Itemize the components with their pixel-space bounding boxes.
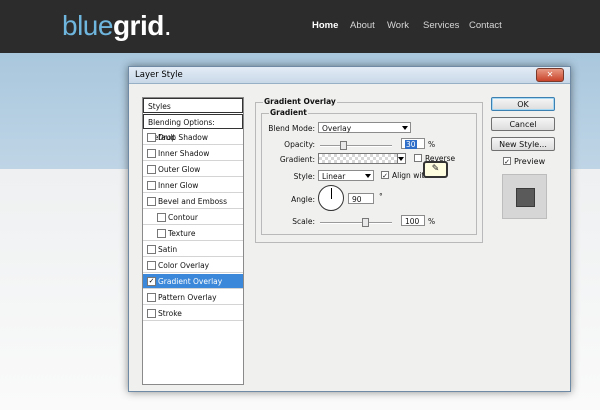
scale-value: 100	[405, 217, 420, 226]
dialog-titlebar[interactable]: Layer Style ✕	[129, 67, 570, 84]
nav-contact[interactable]: Contact	[469, 20, 502, 31]
nav-services[interactable]: Services	[423, 20, 459, 31]
style-label: Inner Glow	[158, 181, 199, 190]
style-label: Stroke	[158, 309, 182, 318]
layer-style-dialog: Layer Style ✕ Styles Blending Options: D…	[128, 66, 571, 392]
style-label: Pattern Overlay	[158, 293, 217, 302]
close-button[interactable]: ✕	[536, 68, 564, 82]
opacity-label: Opacity:	[284, 140, 315, 149]
gradient-edit-tooltip: ✎	[423, 161, 448, 178]
checkbox[interactable]	[147, 245, 156, 254]
checkbox[interactable]	[147, 197, 156, 206]
gradient-label: Gradient:	[279, 155, 315, 164]
style-stroke[interactable]: Stroke	[143, 306, 243, 321]
cancel-button[interactable]: Cancel	[491, 117, 555, 131]
gradient-subgroup-title: Gradient	[269, 108, 308, 117]
logo-text-bold: grid	[112, 10, 164, 41]
opacity-unit: %	[428, 140, 436, 149]
style-label: Inner Shadow	[158, 149, 210, 158]
angle-value: 90	[352, 195, 362, 204]
checkbox[interactable]	[147, 293, 156, 302]
style-label: Satin	[158, 245, 178, 254]
style-label: Style:	[293, 172, 315, 181]
nav-about[interactable]: About	[350, 20, 375, 31]
scale-input[interactable]: 100	[401, 215, 425, 226]
checkbox[interactable]	[147, 165, 156, 174]
style-label: Contour	[168, 213, 198, 222]
style-texture[interactable]: Texture	[143, 226, 243, 241]
angle-dial[interactable]	[318, 185, 344, 211]
style-contour[interactable]: Contour	[143, 210, 243, 225]
blend-mode-select[interactable]: Overlay	[318, 122, 411, 133]
site-logo[interactable]: bluegrid.	[62, 10, 172, 42]
gradient-overlay-title: Gradient Overlay	[263, 97, 337, 106]
styles-header[interactable]: Styles	[143, 98, 243, 113]
chevron-down-icon	[402, 126, 408, 130]
style-select[interactable]: Linear	[318, 170, 374, 181]
style-inner-shadow[interactable]: Inner Shadow	[143, 146, 243, 161]
dialog-title: Layer Style	[135, 70, 183, 80]
style-pattern-overlay[interactable]: Pattern Overlay	[143, 290, 243, 305]
nav-work[interactable]: Work	[387, 20, 409, 31]
opacity-value: 30	[405, 140, 417, 149]
preview-checkbox[interactable]: ✓	[503, 157, 511, 166]
scale-unit: %	[428, 217, 436, 226]
checkbox[interactable]	[157, 229, 166, 238]
site-header: bluegrid. Home About Work Services Conta…	[0, 0, 600, 53]
opacity-input[interactable]: 30	[401, 138, 425, 149]
angle-input[interactable]: 90	[348, 193, 374, 204]
angle-label: Angle:	[291, 195, 315, 204]
angle-needle	[331, 188, 332, 199]
nav-home[interactable]: Home	[312, 20, 338, 31]
opacity-slider-thumb[interactable]	[340, 141, 347, 150]
preview-square	[516, 188, 535, 207]
styles-list: Styles Blending Options: Default Drop Sh…	[142, 97, 244, 385]
gradient-picker-button[interactable]	[397, 153, 406, 164]
gradient-swatch[interactable]	[318, 153, 398, 164]
style-label: Gradient Overlay	[158, 277, 223, 286]
style-color-overlay[interactable]: Color Overlay	[143, 258, 243, 273]
blending-options[interactable]: Blending Options: Default	[143, 114, 243, 142]
chevron-down-icon	[398, 157, 404, 161]
checkbox[interactable]	[147, 149, 156, 158]
align-with-layer-checkbox[interactable]: ✓	[381, 171, 389, 180]
logo-text-thin: blue	[62, 10, 113, 41]
preview-label: Preview	[514, 157, 546, 166]
style-label: Outer Glow	[158, 165, 201, 174]
angle-unit: °	[379, 192, 383, 201]
pencil-icon: ✎	[431, 164, 440, 174]
scale-slider-thumb[interactable]	[362, 218, 369, 227]
style-drop-shadow[interactable]: Drop Shadow	[143, 130, 243, 145]
checkbox[interactable]	[147, 133, 156, 142]
logo-dot: .	[163, 10, 172, 41]
style-gradient-overlay[interactable]: ✓ Gradient Overlay	[143, 274, 243, 289]
style-label: Bevel and Emboss	[158, 197, 227, 206]
style-label: Color Overlay	[158, 261, 210, 270]
checkbox[interactable]	[147, 309, 156, 318]
scale-slider[interactable]	[320, 222, 392, 224]
checkbox[interactable]	[157, 213, 166, 222]
checkbox[interactable]	[147, 181, 156, 190]
style-value: Linear	[322, 172, 346, 181]
style-preview-thumbnail	[502, 174, 547, 219]
chevron-down-icon	[365, 174, 371, 178]
reverse-checkbox[interactable]	[414, 154, 422, 162]
style-outer-glow[interactable]: Outer Glow	[143, 162, 243, 177]
style-satin[interactable]: Satin	[143, 242, 243, 257]
new-style-button[interactable]: New Style...	[491, 137, 555, 151]
scale-label: Scale:	[292, 217, 315, 226]
checkbox[interactable]	[147, 261, 156, 270]
checkbox-checked[interactable]: ✓	[147, 277, 156, 286]
close-icon: ✕	[546, 70, 554, 79]
style-label: Drop Shadow	[158, 133, 209, 142]
styles-label: Styles	[148, 102, 171, 111]
style-bevel-emboss[interactable]: Bevel and Emboss	[143, 194, 243, 209]
ok-button[interactable]: OK	[491, 97, 555, 111]
opacity-slider[interactable]	[320, 145, 392, 147]
style-inner-glow[interactable]: Inner Glow	[143, 178, 243, 193]
blend-mode-value: Overlay	[322, 124, 352, 133]
blend-mode-label: Blend Mode:	[268, 124, 315, 133]
style-label: Texture	[168, 229, 196, 238]
